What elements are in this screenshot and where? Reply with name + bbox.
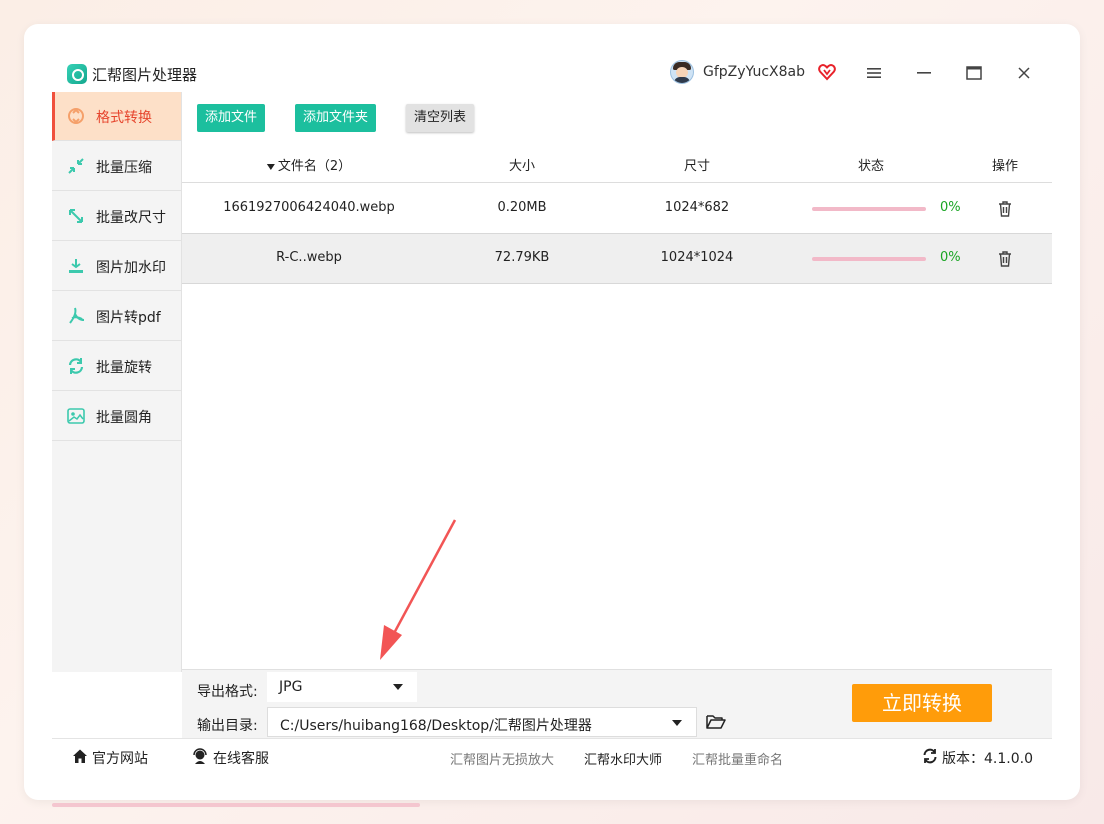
- column-header-size: 大小: [508, 159, 536, 174]
- maximize-button[interactable]: [962, 62, 986, 84]
- progress-bar: [812, 207, 926, 211]
- menu-icon[interactable]: [862, 62, 886, 84]
- avatar[interactable]: [670, 60, 694, 84]
- vip-heart-icon[interactable]: [818, 63, 836, 81]
- file-name: 1661927006424040.webp: [223, 200, 395, 215]
- sidebar-item-label: 批量圆角: [96, 410, 152, 426]
- file-name: R-C..webp: [276, 250, 342, 265]
- file-dimensions: 1024*682: [664, 200, 730, 215]
- file-table: 文件名（2） 大小 尺寸 状态 操作 1661927006424040.webp…: [182, 144, 1052, 669]
- watermark-icon: [69, 259, 83, 273]
- column-header-dimensions: 尺寸: [683, 159, 711, 174]
- format-label: 导出格式:: [197, 684, 258, 700]
- sidebar-item-label: 批量旋转: [96, 360, 152, 376]
- format-value: JPG: [279, 679, 303, 695]
- delete-icon[interactable]: [997, 200, 1013, 218]
- output-dir-select[interactable]: C:/Users/huibang168/Desktop/汇帮图片处理器: [267, 707, 697, 737]
- username[interactable]: GfpZyYucX8ab: [703, 64, 805, 80]
- sidebar-item-label: 图片加水印: [96, 260, 166, 276]
- close-button[interactable]: [1012, 62, 1036, 84]
- resize-icon: [69, 209, 83, 223]
- format-select[interactable]: JPG: [267, 672, 417, 702]
- footer-link-upscale[interactable]: 汇帮图片无损放大: [450, 749, 554, 768]
- output-dir-label: 输出目录:: [197, 718, 258, 734]
- minimize-button[interactable]: [912, 62, 936, 84]
- output-settings: 导出格式: JPG 输出目录: C:/Users/huibang168/Desk…: [182, 669, 1052, 738]
- footer-link-watermark-master[interactable]: 汇帮水印大师: [584, 749, 662, 768]
- sidebar-item-label: 批量改尺寸: [96, 210, 166, 226]
- footer-link-rename[interactable]: 汇帮批量重命名: [692, 749, 783, 768]
- sidebar-item-label: 格式转换: [96, 110, 152, 126]
- clear-list-button[interactable]: 清空列表: [406, 104, 475, 132]
- annotation-arrow-icon: [380, 519, 457, 660]
- home-icon: [73, 749, 87, 763]
- chevron-down-icon: [672, 720, 682, 726]
- progress-percent: 0%: [940, 200, 961, 215]
- compress-icon: [68, 158, 84, 174]
- customer-service-icon: [193, 748, 207, 764]
- column-header-name[interactable]: 文件名（2）: [266, 155, 352, 174]
- sidebar-item-label: 批量压缩: [96, 160, 152, 176]
- output-dir-value: C:/Users/huibang168/Desktop/汇帮图片处理器: [280, 718, 592, 734]
- file-dimensions: 1024*1024: [660, 250, 734, 265]
- sidebar-item-to-pdf[interactable]: 图片转pdf: [52, 292, 181, 341]
- table-header: 文件名（2） 大小 尺寸 状态 操作: [182, 144, 1052, 183]
- app-window: 汇帮图片处理器 GfpZyYucX8ab 格式转换 批量压缩 批量改尺寸 图片加…: [52, 52, 1052, 773]
- column-header-name-label: 文件名（2）: [277, 159, 352, 174]
- progress-bar: [812, 257, 926, 261]
- table-row[interactable]: R-C..webp 72.79KB 1024*1024 0%: [182, 234, 1052, 284]
- sort-down-icon: [266, 163, 275, 170]
- sidebar-item-resize[interactable]: 批量改尺寸: [52, 192, 181, 241]
- file-size: 72.79KB: [494, 250, 550, 265]
- folder-open-icon[interactable]: [706, 714, 726, 730]
- toolbar: 添加文件 添加文件夹 清空列表: [182, 94, 1052, 144]
- app-logo-icon: [67, 64, 87, 84]
- table-row[interactable]: 1661927006424040.webp 0.20MB 1024*682 0%: [182, 184, 1052, 234]
- refresh-icon[interactable]: [922, 748, 938, 764]
- online-support-link[interactable]: 在线客服: [213, 748, 269, 768]
- column-header-action: 操作: [991, 159, 1019, 174]
- footer: 官方网站 在线客服 汇帮图片无损放大 汇帮水印大师 汇帮批量重命名 版本：4.1…: [52, 738, 1052, 773]
- sidebar-item-compress[interactable]: 批量压缩: [52, 142, 181, 191]
- version-label: 版本：4.1.0.0: [942, 751, 1033, 767]
- rounded-corner-icon: [67, 408, 85, 424]
- format-convert-icon: [68, 108, 84, 124]
- delete-icon[interactable]: [997, 250, 1013, 268]
- chevron-down-icon: [393, 684, 403, 690]
- app-title: 汇帮图片处理器: [92, 66, 198, 84]
- sidebar-item-watermark[interactable]: 图片加水印: [52, 242, 181, 291]
- rotate-icon: [68, 358, 84, 374]
- progress-percent: 0%: [940, 250, 961, 265]
- sidebar-item-rotate[interactable]: 批量旋转: [52, 342, 181, 391]
- title-bar: 汇帮图片处理器 GfpZyYucX8ab: [52, 52, 1052, 94]
- add-folder-button[interactable]: 添加文件夹: [295, 104, 377, 132]
- add-file-button[interactable]: 添加文件: [197, 104, 266, 132]
- column-header-status: 状态: [857, 159, 885, 174]
- decorative-bar: [52, 803, 420, 807]
- official-website-link[interactable]: 官方网站: [92, 748, 148, 768]
- pdf-icon: [69, 307, 85, 324]
- sidebar: 格式转换 批量压缩 批量改尺寸 图片加水印 图片转pdf 批量旋转 批量圆角: [52, 92, 182, 672]
- sidebar-item-label: 图片转pdf: [96, 310, 161, 326]
- sidebar-item-rounded-corner[interactable]: 批量圆角: [52, 392, 181, 441]
- convert-now-button[interactable]: 立即转换: [852, 684, 992, 722]
- sidebar-item-format-convert[interactable]: 格式转换: [52, 92, 181, 141]
- file-size: 0.20MB: [497, 200, 547, 215]
